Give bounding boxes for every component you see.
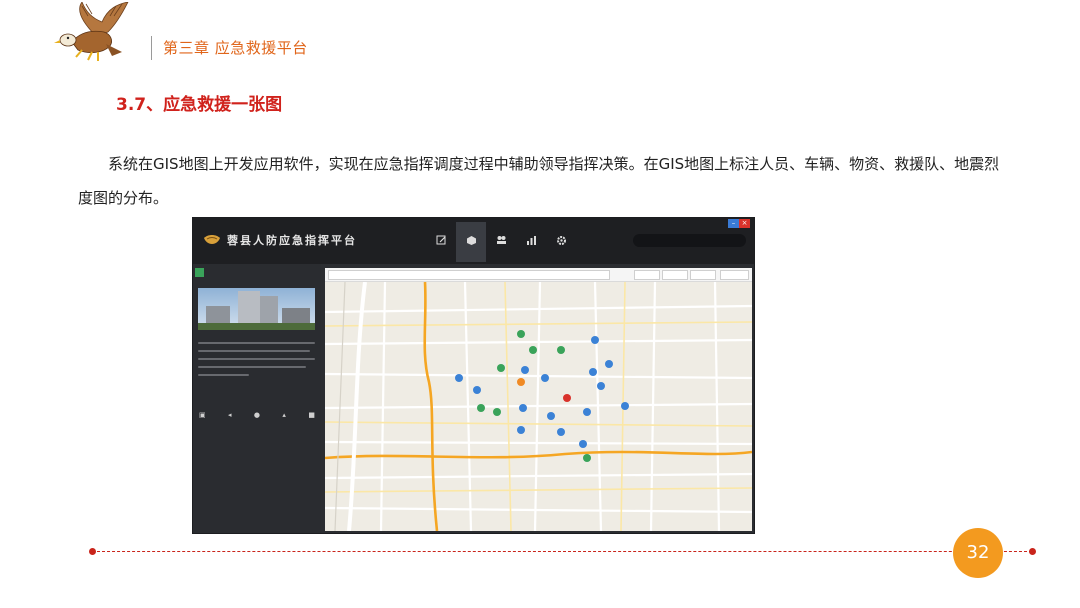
app-screenshot: 蓉县人防应急指挥平台 – × ▣ ◂ ● ▴ ■ xyxy=(193,218,754,533)
volume-icon[interactable]: ◂ xyxy=(228,411,232,419)
map-panel xyxy=(325,268,752,531)
chart-icon xyxy=(526,236,536,245)
window-controls: – × xyxy=(728,219,750,228)
map-filter-chip[interactable] xyxy=(662,270,688,280)
edit-icon xyxy=(436,235,445,245)
users-icon xyxy=(496,236,506,244)
section-title: 3.7、应急救援一张图 xyxy=(116,95,283,115)
minimize-button[interactable]: – xyxy=(728,219,739,228)
tool-button-users[interactable] xyxy=(486,222,516,262)
tool-button-settings[interactable] xyxy=(546,222,576,262)
page-number-badge: 32 xyxy=(953,528,1003,578)
person-icon xyxy=(195,268,204,277)
tool-button-cube[interactable] xyxy=(456,222,486,262)
footer-dashed-line xyxy=(92,551,1032,552)
bulb-icon[interactable]: ● xyxy=(254,411,260,419)
app-toolbar xyxy=(426,222,576,262)
top-search-input[interactable] xyxy=(633,234,746,247)
tool-button-edit[interactable] xyxy=(426,222,456,262)
footer-left-dot xyxy=(89,548,96,555)
body-paragraph: 系统在GIS地图上开发应用软件，实现在应急指挥调度过程中辅助领导指挥决策。在GI… xyxy=(78,147,1008,215)
map-filter-chip[interactable] xyxy=(634,270,660,280)
gear-icon xyxy=(556,236,566,245)
footer-right-dot xyxy=(1029,548,1036,555)
video-icon[interactable]: ■ xyxy=(308,411,315,419)
sidebar-actions: ▣ ◂ ● ▴ ■ xyxy=(199,411,315,419)
body-paragraph-text: 系统在GIS地图上开发应用软件，实现在应急指挥调度过程中辅助领导指挥决策。在GI… xyxy=(78,155,1000,207)
upload-icon[interactable]: ▴ xyxy=(282,411,286,419)
tool-button-chart[interactable] xyxy=(516,222,546,262)
map-search-input[interactable] xyxy=(328,270,610,280)
app-sidebar: ▣ ◂ ● ▴ ■ xyxy=(193,264,321,533)
cube-icon xyxy=(466,236,476,245)
eagle-logo-icon xyxy=(54,2,129,61)
close-button[interactable]: × xyxy=(739,219,750,228)
camera-icon[interactable]: ▣ xyxy=(199,411,206,419)
chapter-title: 第三章 应急救援平台 xyxy=(163,39,308,57)
building-photo xyxy=(198,288,315,330)
header-divider xyxy=(151,36,152,60)
app-topbar: 蓉县人防应急指挥平台 – × xyxy=(193,218,754,264)
map-toolbar xyxy=(325,268,752,282)
app-title: 蓉县人防应急指挥平台 xyxy=(227,234,357,247)
map-filter-chip[interactable] xyxy=(690,270,716,280)
gis-map[interactable] xyxy=(325,282,752,531)
map-filter-chip[interactable] xyxy=(720,270,749,280)
sidebar-header xyxy=(193,266,321,280)
sidebar-description xyxy=(198,342,315,382)
app-logo-icon xyxy=(204,235,220,244)
